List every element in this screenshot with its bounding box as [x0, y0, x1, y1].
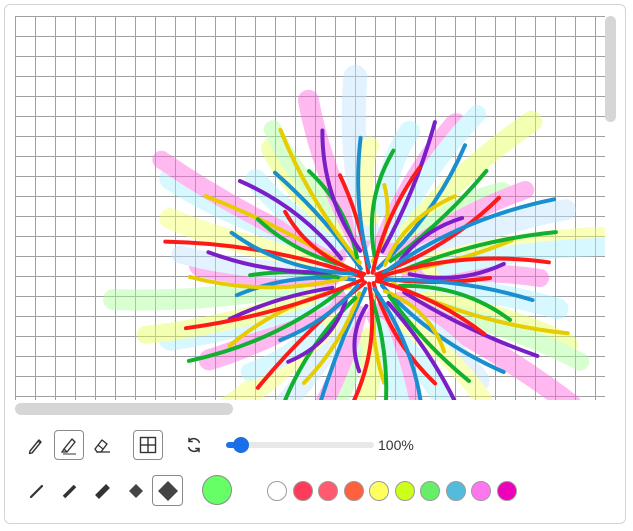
brush-size-xs-icon	[29, 484, 44, 499]
brush-size-m[interactable]	[88, 476, 118, 506]
reset-view-button[interactable]	[179, 430, 209, 460]
pencil-tool-button[interactable]	[21, 430, 51, 460]
current-color-swatch[interactable]	[202, 475, 232, 505]
pencil-icon	[28, 439, 42, 455]
grid-toggle-button[interactable]	[133, 430, 163, 460]
highlighter-tool-button[interactable]	[54, 430, 84, 460]
palette-swatch[interactable]	[496, 481, 517, 501]
palette-swatch[interactable]	[267, 481, 287, 501]
palette-swatch[interactable]	[343, 481, 364, 501]
palette-swatch[interactable]	[394, 481, 415, 501]
highlighter-icon	[60, 438, 76, 455]
zoom-slider-thumb[interactable]	[232, 437, 249, 453]
palette-swatch[interactable]	[369, 481, 389, 501]
brush-size-xl[interactable]	[152, 475, 183, 506]
eraser-tool-button[interactable]	[87, 430, 117, 460]
brush-size-l-icon	[129, 484, 143, 498]
brush-size-xl-icon	[157, 480, 178, 501]
horizontal-scrollbar[interactable]	[15, 403, 233, 415]
brush-size-s[interactable]	[55, 476, 85, 506]
palette-swatch[interactable]	[445, 481, 466, 501]
palette-swatch[interactable]	[292, 481, 313, 501]
brush-size-l[interactable]	[121, 476, 151, 506]
brush-size-m-icon	[95, 484, 110, 499]
vertical-scrollbar[interactable]	[605, 16, 616, 122]
brush-size-s-icon	[62, 484, 77, 499]
zoom-value: 100%	[378, 437, 414, 453]
grid-icon	[139, 436, 157, 454]
palette-swatch[interactable]	[471, 481, 491, 501]
highlighter-strokes	[103, 65, 605, 400]
eraser-icon	[94, 439, 110, 453]
drawing-canvas[interactable]	[15, 16, 605, 400]
rotate-icon	[187, 437, 201, 453]
palette-swatch[interactable]	[318, 481, 338, 501]
palette-swatch[interactable]	[420, 481, 440, 501]
brush-size-xs[interactable]	[22, 476, 52, 506]
